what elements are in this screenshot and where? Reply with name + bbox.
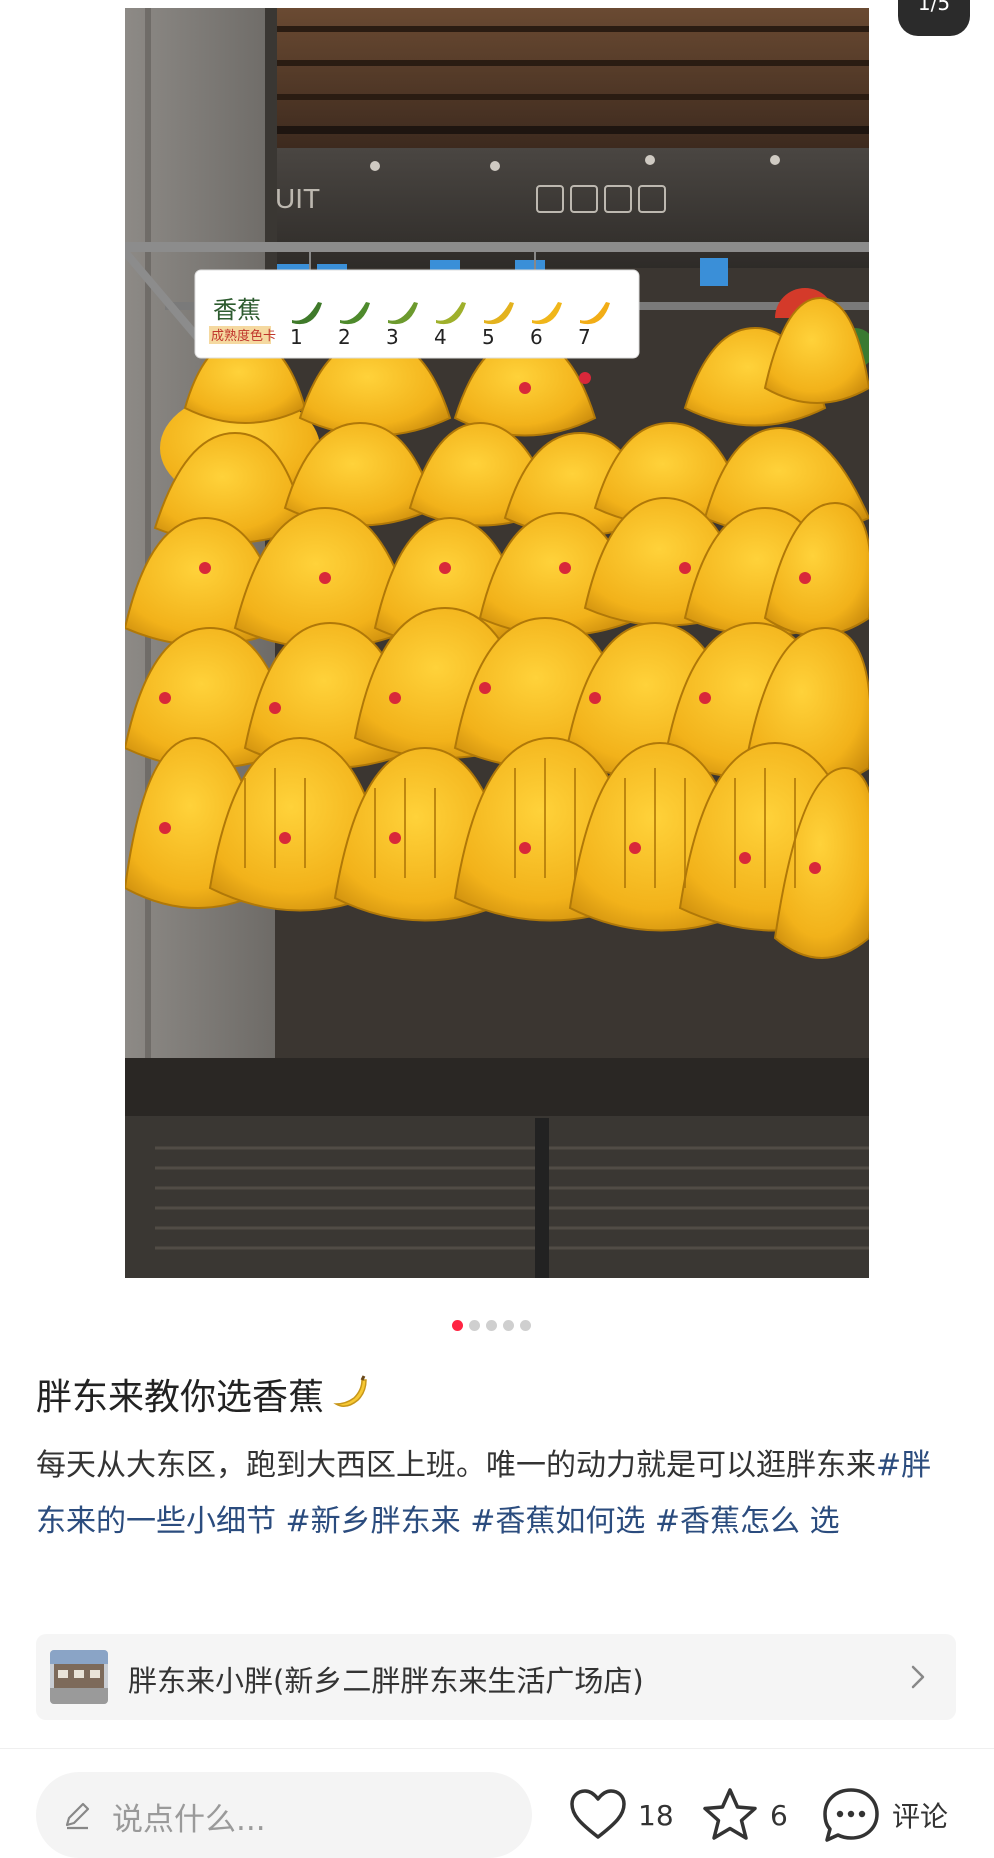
- location-name: 胖东来小胖(新乡二胖胖东来生活广场店): [128, 1664, 644, 1698]
- comment-label: 评论: [892, 1800, 949, 1833]
- ripeness-stage-number: 3: [386, 325, 399, 349]
- divider: [0, 1748, 994, 1749]
- carousel-dot[interactable]: [469, 1320, 480, 1331]
- ripeness-stage-number: 4: [434, 325, 447, 349]
- carousel-dot[interactable]: [452, 1320, 463, 1331]
- carousel-dot[interactable]: [503, 1320, 514, 1331]
- wall-sign-text: UIT: [275, 183, 320, 214]
- ripeness-stage-number: 1: [290, 325, 303, 349]
- location-thumbnail: [50, 1650, 108, 1704]
- pen-icon: [65, 1802, 90, 1830]
- carousel-indicator[interactable]: [452, 1320, 531, 1332]
- like-count: 18: [638, 1798, 674, 1832]
- ripeness-stage-number: 5: [482, 325, 495, 349]
- comment-button[interactable]: 评论: [820, 1784, 948, 1846]
- comment-placeholder: 说点什么...: [112, 1802, 266, 1838]
- like-button[interactable]: 18: [568, 1784, 674, 1846]
- hashtag-link[interactable]: 选: [810, 1504, 840, 1539]
- ripeness-stage-number: 6: [530, 325, 543, 349]
- ripeness-stage-number: 2: [338, 325, 351, 349]
- star-icon: [703, 1788, 757, 1840]
- post-description-text: 每天从大东区，跑到大西区上班。唯一的动力就是可以逛胖东来: [36, 1448, 876, 1483]
- heart-icon: [570, 1789, 626, 1839]
- carousel-dot[interactable]: [520, 1320, 531, 1331]
- location-card[interactable]: 胖东来小胖(新乡二胖胖东来生活广场店): [36, 1634, 956, 1720]
- sign-title: 香蕉: [213, 296, 261, 324]
- comment-bubble-icon: [823, 1788, 879, 1842]
- post-title: 胖东来教你选香蕉: [36, 1377, 325, 1418]
- image-counter-text: 1/5: [917, 0, 951, 15]
- hashtag-link[interactable]: #香蕉如何选: [470, 1504, 645, 1539]
- carousel-dot[interactable]: [486, 1320, 497, 1331]
- collect-count: 6: [770, 1798, 788, 1832]
- ripeness-stage-number: 7: [578, 325, 591, 349]
- comment-input[interactable]: 说点什么...: [36, 1772, 532, 1858]
- banana-emoji-icon: [333, 1375, 367, 1407]
- post-description: 每天从大东区，跑到大西区上班。唯一的动力就是可以逛胖东来#胖东来的一些小细节 #…: [36, 1438, 956, 1550]
- collect-button[interactable]: 6: [700, 1784, 788, 1846]
- post-title-row: 胖东来教你选香蕉: [36, 1368, 370, 1420]
- sign-subtitle: 成熟度色卡: [211, 328, 276, 344]
- post-image[interactable]: UIT 香蕉 成熟度色卡 1 2 3 4 5 6 7: [125, 8, 869, 1278]
- chevron-right-icon: [911, 1665, 925, 1689]
- hashtag-link[interactable]: #香蕉怎么: [655, 1504, 800, 1539]
- image-counter: 1/5: [898, 0, 970, 36]
- hashtag-link[interactable]: #新乡胖东来: [286, 1504, 461, 1539]
